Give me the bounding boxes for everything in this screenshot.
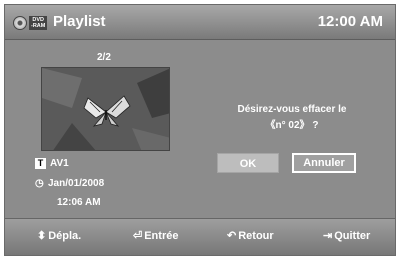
time-label: 12:06 AM bbox=[57, 197, 101, 208]
enter-icon: ⏎ bbox=[133, 230, 143, 242]
return-hint: ↶ Retour bbox=[227, 229, 274, 242]
dvd-ram-disc-icon: DVD -RAM bbox=[13, 14, 51, 31]
exit-icon: ⇥ bbox=[323, 230, 333, 242]
disc-badge-line2: -RAM bbox=[31, 22, 46, 29]
confirm-question-line2: 《n° 02》 ? bbox=[265, 120, 319, 131]
disc-type-badge: DVD -RAM bbox=[29, 15, 48, 30]
thumbnail-image bbox=[41, 67, 170, 151]
clock: 12:00 AM bbox=[317, 13, 383, 30]
footer-bar: ⬍ Dépla. ⏎ Entrée ↶ Retour ⇥ Quitter bbox=[5, 218, 395, 255]
butterfly-thumbnail-icon bbox=[42, 68, 169, 150]
move-hint: ⬍ Dépla. bbox=[37, 229, 81, 242]
exit-label: Quitter bbox=[334, 230, 371, 242]
disc-badge-line1: DVD bbox=[32, 16, 44, 23]
source-label: AV1 bbox=[50, 158, 69, 170]
return-label: Retour bbox=[238, 230, 274, 242]
date-label: Jan/01/2008 bbox=[48, 178, 105, 190]
playlist-screen: DVD -RAM Playlist 12:00 AM 2/2 T AV1 ◷ J… bbox=[4, 4, 396, 256]
clock-icon: ◷ bbox=[35, 178, 44, 189]
enter-label: Entrée bbox=[144, 230, 179, 242]
enter-hint: ⏎ Entrée bbox=[133, 229, 178, 242]
item-counter: 2/2 bbox=[97, 52, 111, 63]
exit-hint: ⇥ Quitter bbox=[323, 229, 370, 242]
up-down-arrows-icon: ⬍ bbox=[37, 230, 47, 242]
source-row: T AV1 bbox=[35, 158, 69, 169]
cancel-button[interactable]: Annuler bbox=[292, 153, 356, 173]
header-bar: DVD -RAM Playlist 12:00 AM bbox=[5, 5, 395, 40]
disc-icon bbox=[13, 15, 27, 30]
ok-button[interactable]: OK bbox=[217, 153, 279, 173]
confirm-question-line1: Désirez-vous effacer le bbox=[237, 104, 347, 115]
move-label: Dépla. bbox=[48, 230, 82, 242]
return-icon: ↶ bbox=[227, 230, 237, 242]
title-t-icon: T bbox=[35, 158, 46, 169]
page-title: Playlist bbox=[53, 13, 106, 30]
date-row: ◷ Jan/01/2008 bbox=[35, 178, 104, 189]
